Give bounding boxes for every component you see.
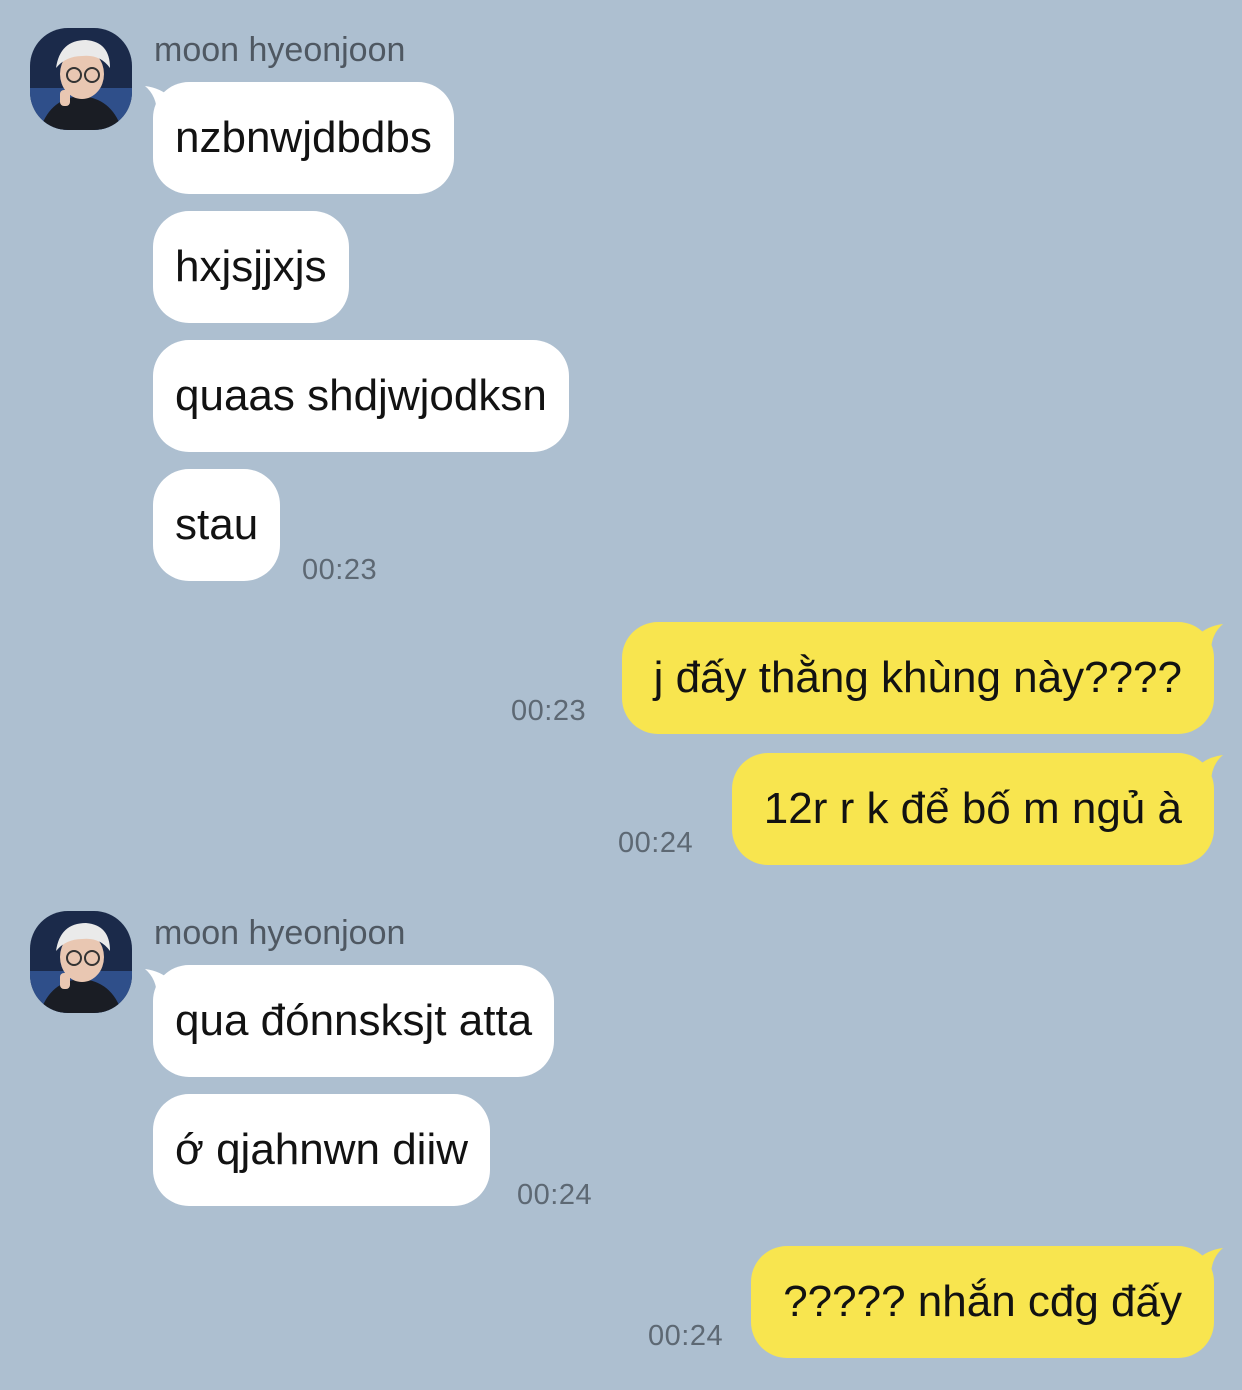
outgoing-message-bubble[interactable]: 12r r k để bố m ngủ à (731, 753, 1214, 865)
message-timestamp: 00:23 (302, 554, 378, 586)
bubble-tail (1197, 624, 1223, 652)
bubble-tail (1197, 1248, 1223, 1276)
profile-photo-icon (30, 28, 132, 130)
incoming-message-bubble[interactable]: hxjsjjxjs (153, 211, 349, 323)
incoming-message-bubble[interactable]: qua đónnsksjt atta (153, 965, 555, 1077)
sender-name: moon hyeonjoon (154, 914, 406, 952)
incoming-message-bubble[interactable]: stau (153, 469, 281, 581)
sender-name: moon hyeonjoon (154, 31, 406, 69)
outgoing-message-bubble[interactable]: j đấy thằng khùng này???? (621, 622, 1214, 734)
bubble-tail (1197, 755, 1223, 783)
incoming-message-bubble[interactable]: ớ qjahnwn diiw (153, 1094, 491, 1206)
outgoing-message-bubble[interactable]: ????? nhắn cđg đấy (751, 1246, 1214, 1358)
profile-photo-icon (30, 911, 132, 1013)
incoming-message-bubble[interactable]: nzbnwjdbdbs (153, 82, 454, 194)
sender-avatar[interactable] (30, 911, 132, 1013)
message-timestamp: 00:23 (511, 695, 587, 727)
message-timestamp: 00:24 (517, 1179, 593, 1211)
sender-avatar[interactable] (30, 28, 132, 130)
message-timestamp: 00:24 (648, 1320, 724, 1352)
incoming-message-bubble[interactable]: quaas shdjwjodksn (153, 340, 569, 452)
message-timestamp: 00:24 (618, 827, 694, 859)
